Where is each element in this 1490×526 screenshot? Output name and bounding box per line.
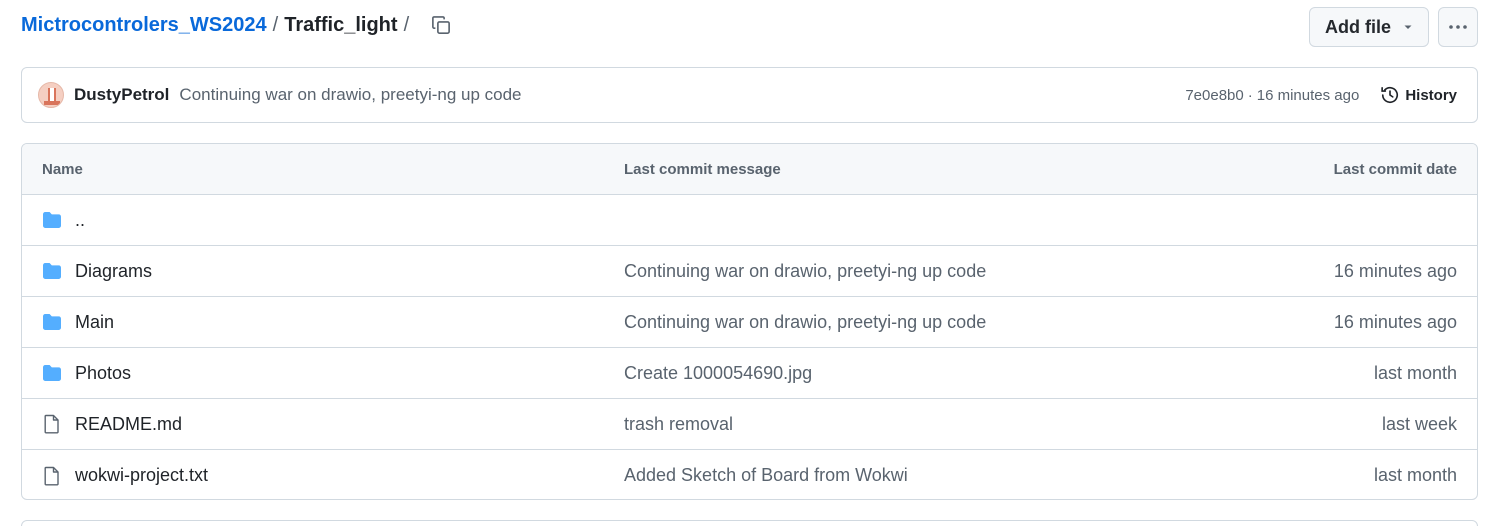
copy-icon <box>432 16 451 34</box>
commit-meta-dot: · <box>1247 86 1253 104</box>
breadcrumb-repo-link[interactable]: Mictrocontrolers_WS2024 <box>21 14 267 37</box>
file-icon <box>42 466 62 486</box>
row-name[interactable]: Main <box>75 312 114 333</box>
copy-path-button[interactable] <box>429 13 453 37</box>
table-row-parent-dir[interactable]: .. <box>22 195 1477 246</box>
header-name: Name <box>42 160 83 178</box>
avatar[interactable] <box>38 82 64 108</box>
row-name[interactable]: Diagrams <box>75 261 152 282</box>
row-name[interactable]: .. <box>75 210 85 231</box>
more-options-button[interactable] <box>1438 7 1478 47</box>
history-icon <box>1381 86 1399 104</box>
folder-icon <box>42 363 62 383</box>
add-file-button[interactable]: Add file <box>1309 7 1429 47</box>
row-commit-message[interactable]: Added Sketch of Board from Wokwi <box>624 465 908 486</box>
file-table: Name Last commit message Last commit dat… <box>21 143 1478 500</box>
table-row-readme[interactable]: README.md trash removal last week <box>22 399 1477 450</box>
kebab-horizontal-icon <box>1449 25 1467 29</box>
table-row-photos[interactable]: Photos Create 1000054690.jpg last month <box>22 348 1477 399</box>
row-commit-message[interactable]: Continuing war on drawio, preetyi-ng up … <box>624 312 986 333</box>
folder-icon <box>42 210 62 230</box>
row-name[interactable]: Photos <box>75 363 131 384</box>
header-last-commit-message: Last commit message <box>624 160 781 178</box>
row-commit-message[interactable]: trash removal <box>624 414 733 435</box>
row-commit-message[interactable]: Create 1000054690.jpg <box>624 363 812 384</box>
row-commit-date: last month <box>1373 465 1457 485</box>
triangle-down-icon <box>1404 25 1412 29</box>
table-row-diagrams[interactable]: Diagrams Continuing war on drawio, preet… <box>22 246 1477 297</box>
folder-icon <box>42 312 62 332</box>
commit-message-link[interactable]: Continuing war on drawio, preetyi-ng up … <box>179 85 521 105</box>
row-commit-message[interactable]: Continuing war on drawio, preetyi-ng up … <box>624 261 986 282</box>
commit-author-link[interactable]: DustyPetrol <box>74 85 169 105</box>
breadcrumb-separator: / <box>272 13 279 36</box>
file-navigation-bar: Mictrocontrolers_WS2024 / Traffic_light … <box>21 0 1478 56</box>
add-file-label: Add file <box>1325 16 1391 37</box>
file-icon <box>42 414 62 434</box>
row-commit-date: last month <box>1373 362 1457 383</box>
commit-meta: 7e0e8b0 · 16 minutes ago <box>1185 87 1359 104</box>
row-commit-date: 16 minutes ago <box>1333 260 1457 281</box>
header-actions: Add file <box>1309 7 1478 47</box>
breadcrumb: Mictrocontrolers_WS2024 / Traffic_light … <box>21 13 453 37</box>
table-row-wokwi-project[interactable]: wokwi-project.txt Added Sketch of Board … <box>22 450 1477 499</box>
commit-hash-link[interactable]: 7e0e8b0 <box>1185 87 1243 104</box>
breadcrumb-trailing-separator: / <box>403 13 410 36</box>
row-commit-date: 16 minutes ago <box>1333 311 1457 332</box>
row-commit-date: last week <box>1381 413 1457 434</box>
table-row-main[interactable]: Main Continuing war on drawio, preetyi-n… <box>22 297 1477 348</box>
row-name[interactable]: wokwi-project.txt <box>75 465 208 486</box>
header-last-commit-date: Last commit date <box>1333 160 1457 178</box>
history-label: History <box>1405 86 1457 104</box>
row-name[interactable]: README.md <box>75 414 182 435</box>
commit-meta-group: 7e0e8b0 · 16 minutes ago History <box>1185 85 1457 105</box>
history-button[interactable]: History <box>1380 85 1457 105</box>
folder-icon <box>42 261 62 281</box>
table-header: Name Last commit message Last commit dat… <box>22 144 1477 195</box>
commit-time: 16 minutes ago <box>1256 86 1360 104</box>
breadcrumb-current-folder: Traffic_light <box>284 13 398 36</box>
latest-commit-box: DustyPetrol Continuing war on drawio, pr… <box>21 67 1478 123</box>
readme-box-edge <box>21 520 1478 526</box>
